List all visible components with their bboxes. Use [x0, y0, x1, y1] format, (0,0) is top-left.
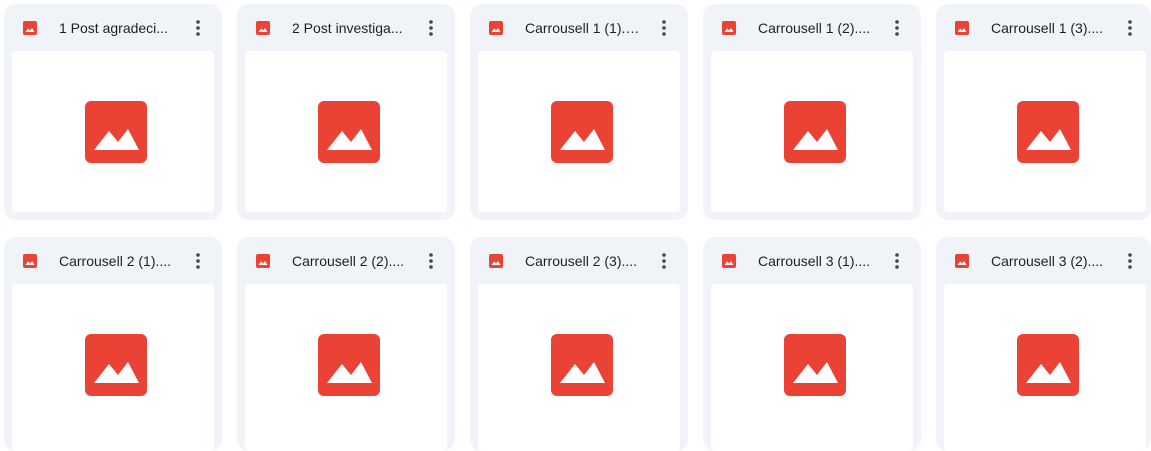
file-card[interactable]: Carrousell 1 (2)....: [703, 4, 921, 220]
file-card-header: Carrousell 2 (3)....: [470, 237, 688, 284]
more-options-button[interactable]: [885, 16, 909, 40]
file-card[interactable]: Carrousell 2 (3)....: [470, 237, 688, 451]
file-card-header: Carrousell 1 (1).p...: [470, 4, 688, 51]
image-file-icon: [489, 254, 503, 268]
image-placeholder-icon: [318, 101, 380, 163]
image-placeholder-icon: [1017, 334, 1079, 396]
file-card[interactable]: Carrousell 2 (1)....: [4, 237, 222, 451]
file-name: Carrousell 2 (2)....: [292, 253, 405, 269]
file-name: Carrousell 2 (1)....: [59, 253, 172, 269]
more-vert-icon: [196, 253, 200, 269]
file-card-header: Carrousell 3 (1)....: [703, 237, 921, 284]
image-placeholder-icon: [85, 334, 147, 396]
file-card-header: Carrousell 3 (2)....: [936, 237, 1151, 284]
image-placeholder-icon: [318, 334, 380, 396]
more-options-button[interactable]: [186, 249, 210, 273]
more-options-button[interactable]: [186, 16, 210, 40]
file-card-header: 1 Post agradeci...: [4, 4, 222, 51]
more-vert-icon: [895, 253, 899, 269]
more-vert-icon: [662, 20, 666, 36]
file-thumbnail[interactable]: [12, 284, 214, 451]
more-vert-icon: [429, 253, 433, 269]
image-file-icon: [955, 254, 969, 268]
more-options-button[interactable]: [419, 249, 443, 273]
file-card-header: Carrousell 2 (2)....: [237, 237, 455, 284]
more-vert-icon: [1128, 253, 1132, 269]
file-name: Carrousell 3 (1)....: [758, 253, 871, 269]
file-thumbnail[interactable]: [12, 51, 214, 212]
file-name: Carrousell 1 (2)....: [758, 20, 871, 36]
file-card[interactable]: Carrousell 1 (1).p...: [470, 4, 688, 220]
file-name: Carrousell 1 (3)....: [991, 20, 1104, 36]
more-vert-icon: [1128, 20, 1132, 36]
file-thumbnail[interactable]: [478, 284, 680, 451]
image-placeholder-icon: [551, 334, 613, 396]
more-vert-icon: [662, 253, 666, 269]
file-thumbnail[interactable]: [478, 51, 680, 212]
more-options-button[interactable]: [1118, 16, 1142, 40]
image-file-icon: [489, 21, 503, 35]
file-thumbnail[interactable]: [245, 51, 447, 212]
image-placeholder-icon: [784, 334, 846, 396]
file-card[interactable]: Carrousell 3 (1)....: [703, 237, 921, 451]
more-options-button[interactable]: [1118, 249, 1142, 273]
more-vert-icon: [429, 20, 433, 36]
more-vert-icon: [196, 20, 200, 36]
image-file-icon: [23, 21, 37, 35]
file-card[interactable]: Carrousell 2 (2)....: [237, 237, 455, 451]
image-placeholder-icon: [1017, 101, 1079, 163]
image-file-icon: [955, 21, 969, 35]
file-card-header: Carrousell 1 (2)....: [703, 4, 921, 51]
image-file-icon: [722, 21, 736, 35]
more-vert-icon: [895, 20, 899, 36]
more-options-button[interactable]: [652, 16, 676, 40]
image-file-icon: [256, 21, 270, 35]
image-file-icon: [256, 254, 270, 268]
file-thumbnail[interactable]: [944, 51, 1146, 212]
file-card[interactable]: Carrousell 3 (2)....: [936, 237, 1151, 451]
file-name: 1 Post agradeci...: [59, 20, 168, 36]
file-card[interactable]: Carrousell 1 (3)....: [936, 4, 1151, 220]
more-options-button[interactable]: [419, 16, 443, 40]
file-card-header: Carrousell 1 (3)....: [936, 4, 1151, 51]
file-card[interactable]: 2 Post investiga...: [237, 4, 455, 220]
image-placeholder-icon: [784, 101, 846, 163]
file-name: 2 Post investiga...: [292, 20, 403, 36]
image-file-icon: [722, 254, 736, 268]
file-card-header: Carrousell 2 (1)....: [4, 237, 222, 284]
image-file-icon: [23, 254, 37, 268]
file-name: Carrousell 1 (1).p...: [525, 20, 643, 36]
file-name: Carrousell 2 (3)....: [525, 253, 638, 269]
file-card[interactable]: 1 Post agradeci...: [4, 4, 222, 220]
file-thumbnail[interactable]: [944, 284, 1146, 451]
file-thumbnail[interactable]: [711, 51, 913, 212]
file-thumbnail[interactable]: [711, 284, 913, 451]
more-options-button[interactable]: [885, 249, 909, 273]
file-card-header: 2 Post investiga...: [237, 4, 455, 51]
image-placeholder-icon: [551, 101, 613, 163]
file-grid: 1 Post agradeci... 2 Post investiga... C…: [0, 0, 1151, 451]
file-name: Carrousell 3 (2)....: [991, 253, 1104, 269]
more-options-button[interactable]: [652, 249, 676, 273]
file-thumbnail[interactable]: [245, 284, 447, 451]
image-placeholder-icon: [85, 101, 147, 163]
